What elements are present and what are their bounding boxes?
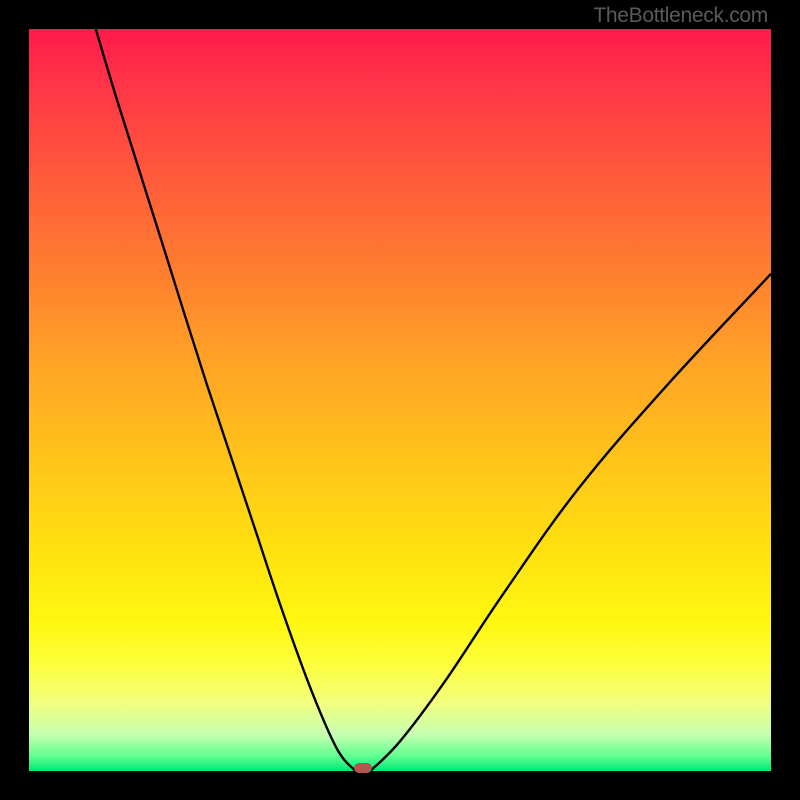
watermark-text: TheBottleneck.com xyxy=(593,4,768,28)
min-marker xyxy=(354,763,372,773)
curve-svg xyxy=(29,29,771,771)
curve-left xyxy=(96,29,356,771)
chart-container: TheBottleneck.com xyxy=(0,0,800,800)
curve-right xyxy=(370,274,771,771)
